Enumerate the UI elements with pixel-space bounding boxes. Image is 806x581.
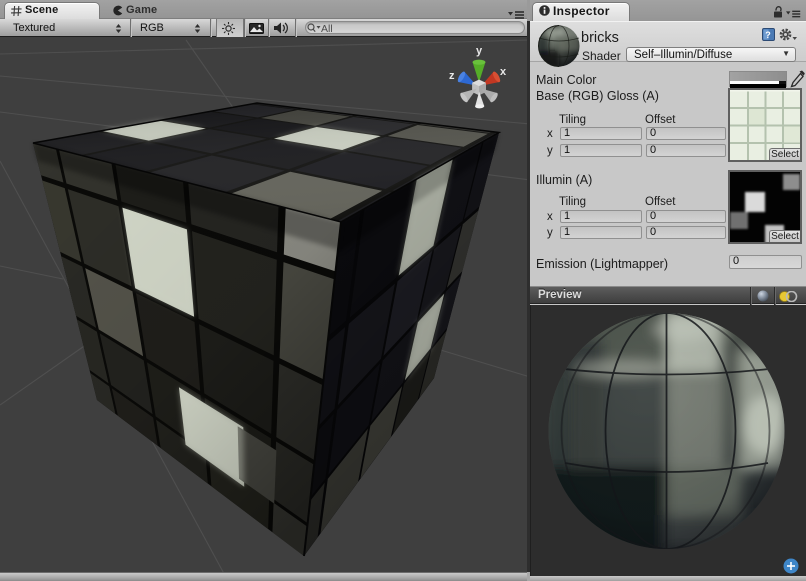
svg-text:x: x [500,66,507,78]
svg-text:y: y [476,45,483,57]
svg-text:z: z [449,70,455,82]
svg-text:?: ? [765,30,771,40]
